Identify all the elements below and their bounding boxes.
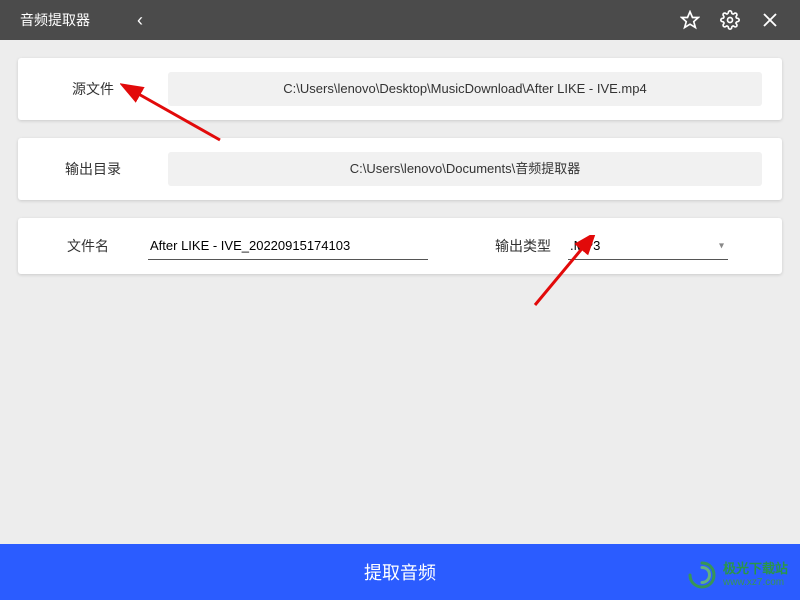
source-file-label: 源文件 [38,79,148,99]
chevron-down-icon: ▾ [719,240,724,251]
output-dir-row: 输出目录 C:\Users\lenovo\Documents\音频提取器 [18,138,782,200]
output-type-value: .MP3 [570,238,600,253]
app-title: 音频提取器 [20,10,90,30]
filename-row: 文件名 输出类型 .MP3 ▾ [18,218,782,274]
output-dir-label: 输出目录 [38,159,148,179]
filename-input[interactable] [148,232,428,260]
source-file-field[interactable]: C:\Users\lenovo\Desktop\MusicDownload\Af… [168,72,762,106]
filename-label: 文件名 [38,236,138,256]
extract-audio-button[interactable]: 提取音频 [0,544,800,600]
output-dir-field[interactable]: C:\Users\lenovo\Documents\音频提取器 [168,152,762,186]
gear-icon[interactable] [710,0,750,40]
star-icon[interactable] [670,0,710,40]
output-type-label: 输出类型 [488,236,558,256]
close-icon[interactable] [750,0,790,40]
source-file-row: 源文件 C:\Users\lenovo\Desktop\MusicDownloa… [18,58,782,120]
title-bar: 音频提取器 ‹ [0,0,800,40]
output-type-select[interactable]: .MP3 ▾ [568,232,728,260]
extract-button-label: 提取音频 [364,559,436,585]
back-button[interactable]: ‹ [120,10,160,31]
